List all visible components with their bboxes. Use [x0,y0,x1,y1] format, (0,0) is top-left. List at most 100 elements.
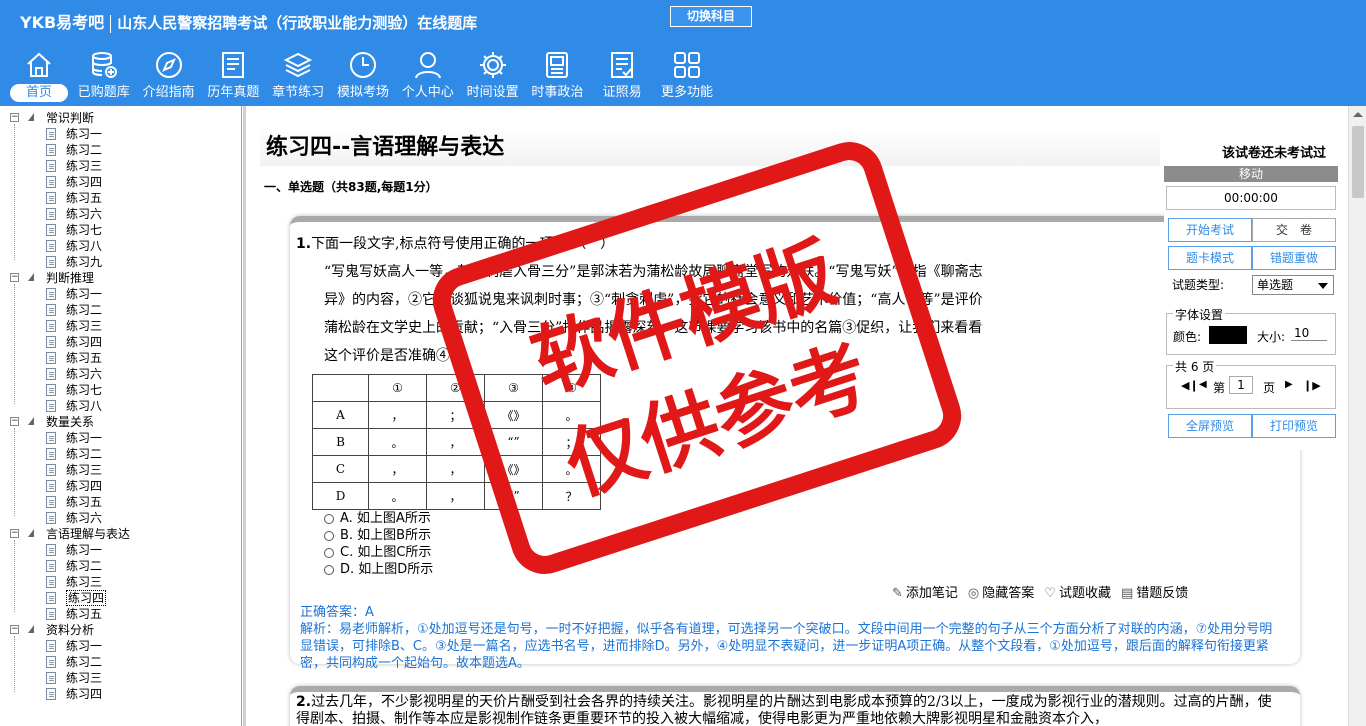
table-row: C，，《》。 [312,455,601,483]
wrong-redo-button[interactable]: 错题重做 [1252,246,1336,270]
nav-item[interactable]: 个人中心 [397,48,459,104]
question-action[interactable]: ◎ 隐藏答案 [968,586,1034,601]
answer-option[interactable]: D. 如上图D所示 [324,561,433,578]
tree-item[interactable]: 练习三 [0,462,241,478]
radio-button[interactable] [324,513,334,524]
nav-item[interactable]: 首页 [8,48,70,104]
tree-item[interactable]: 练习三 [0,670,241,686]
tree-category[interactable]: − 判断推理 [0,270,241,286]
tree-item[interactable]: 练习二 [0,302,241,318]
tree-item[interactable]: 练习二 [0,142,241,158]
tree-item[interactable]: 练习六 [0,366,241,382]
font-color-swatch[interactable] [1209,326,1247,344]
category-label: 言语理解与表达 [46,527,131,541]
table-cell: ④ [542,374,601,402]
submit-button[interactable]: 交 卷 [1252,218,1336,242]
nav-item[interactable]: 时事政治 [526,48,588,104]
tree-item[interactable]: 练习三 [0,318,241,334]
print-preview-button[interactable]: 打印预览 [1252,414,1336,438]
nav-item[interactable]: 证照易 [591,48,653,104]
tree-category[interactable]: − 资料分析 [0,622,241,638]
tree-item[interactable]: 练习二 [0,654,241,670]
tree-item[interactable]: 练习三 [0,158,241,174]
answer-option[interactable]: A. 如上图A所示 [324,510,433,527]
tree-item[interactable]: 练习五 [0,494,241,510]
answer-option[interactable]: B. 如上图B所示 [324,527,433,544]
scroll-thumb[interactable] [1352,126,1364,198]
collapse-icon[interactable]: − [10,529,19,538]
nav-item[interactable]: 时间设置 [462,48,524,104]
table-cell: 。 [542,401,601,429]
collapse-icon[interactable]: − [10,113,19,122]
document-icon [46,512,56,524]
tree-category[interactable]: − 言语理解与表达 [0,526,241,542]
answer-option[interactable]: C. 如上图C所示 [324,544,433,561]
tree-category[interactable]: − 常识判断 [0,110,241,126]
nav-item[interactable]: 介绍指南 [138,48,200,104]
last-page-icon[interactable]: ❙▶ [1303,379,1321,392]
tree-item[interactable]: 练习五 [0,606,241,622]
question-action[interactable]: ✎ 添加笔记 [892,586,958,601]
switch-subject-button[interactable]: 切换科目 [670,6,752,27]
question-action[interactable]: ♡ 试题收藏 [1044,586,1111,601]
tree-item[interactable]: 练习一 [0,126,241,142]
tree-group: − 言语理解与表达 练习一 练习二 练习三 练习四 练习五 [0,526,241,622]
start-exam-button[interactable]: 开始考试 [1168,218,1252,242]
table-cell: 。 [368,428,427,456]
first-page-icon[interactable]: ◀❙ [1181,379,1199,392]
tree-item-label: 练习一 [66,431,103,445]
tree-item[interactable]: 练习七 [0,382,241,398]
tree-item[interactable]: 练习八 [0,238,241,254]
nav-item[interactable]: 历年真题 [202,48,264,104]
nav-item[interactable]: 已购题库 [73,48,135,104]
vertical-scrollbar[interactable] [1348,106,1366,726]
tree-item[interactable]: 练习一 [0,638,241,654]
tree-item[interactable]: 练习二 [0,558,241,574]
tree-item[interactable]: 练习四 [0,478,241,494]
collapse-icon[interactable]: − [10,417,19,426]
chapter-tree[interactable]: − 常识判断 练习一 练习二 练习三 练习四 练习五 练习六 练习七 练习八 练习九 − 判断推理 练习一… [0,106,242,726]
tree-item[interactable]: 练习三 [0,574,241,590]
nav-item[interactable]: 章节练习 [267,48,329,104]
collapse-icon[interactable]: − [10,273,19,282]
tree-item-label: 练习四 [66,479,103,493]
scroll-up-icon[interactable] [1353,112,1363,117]
tree-item[interactable]: 练习八 [0,398,241,414]
tree-item[interactable]: 练习四 [0,334,241,350]
nav-item[interactable]: 更多功能 [656,48,718,104]
tree-item[interactable]: 练习一 [0,286,241,302]
font-settings: 字体设置 颜色: 大小: 10 [1166,306,1336,355]
radio-button[interactable] [324,564,334,575]
prev-page-icon[interactable]: ◀ [1199,379,1207,390]
question-type-select[interactable]: 单选题 [1252,275,1334,295]
radio-button[interactable] [324,547,334,558]
category-icon [28,273,34,281]
nav-label: 已购题库 [77,85,130,100]
tree-item[interactable]: 练习四 [0,174,241,190]
tree-item[interactable]: 练习九 [0,254,241,270]
tree-item[interactable]: 练习六 [0,206,241,222]
page-input[interactable]: 1 [1229,376,1253,394]
fullscreen-preview-button[interactable]: 全屏预览 [1168,414,1252,438]
tree-item[interactable]: 练习一 [0,542,241,558]
collapse-icon[interactable]: − [10,625,19,634]
tree-item-label: 练习一 [66,639,103,653]
tree-item[interactable]: 练习二 [0,446,241,462]
question-action[interactable]: ▤ 错题反馈 [1121,586,1188,601]
tree-item[interactable]: 练习一 [0,430,241,446]
font-size-input[interactable]: 10 [1291,326,1327,341]
tree-item[interactable]: 练习六 [0,510,241,526]
tree-item[interactable]: 练习四 [0,590,241,606]
radio-button[interactable] [324,530,334,541]
tree-item[interactable]: 练习七 [0,222,241,238]
tree-item[interactable]: 练习四 [0,686,241,702]
card-mode-button[interactable]: 题卡模式 [1168,246,1252,270]
tree-item[interactable]: 练习五 [0,190,241,206]
pagination: 共 6 页 ◀❙ ◀ 第 1 页 ▶ ❙▶ [1166,358,1336,409]
next-page-icon[interactable]: ▶ [1285,379,1293,390]
tree-category[interactable]: − 数量关系 [0,414,241,430]
panel-move-handle[interactable]: 移动 [1164,166,1338,182]
tree-item[interactable]: 练习五 [0,350,241,366]
nav-item[interactable]: 模拟考场 [332,48,394,104]
tree-item-label: 练习六 [66,207,103,221]
